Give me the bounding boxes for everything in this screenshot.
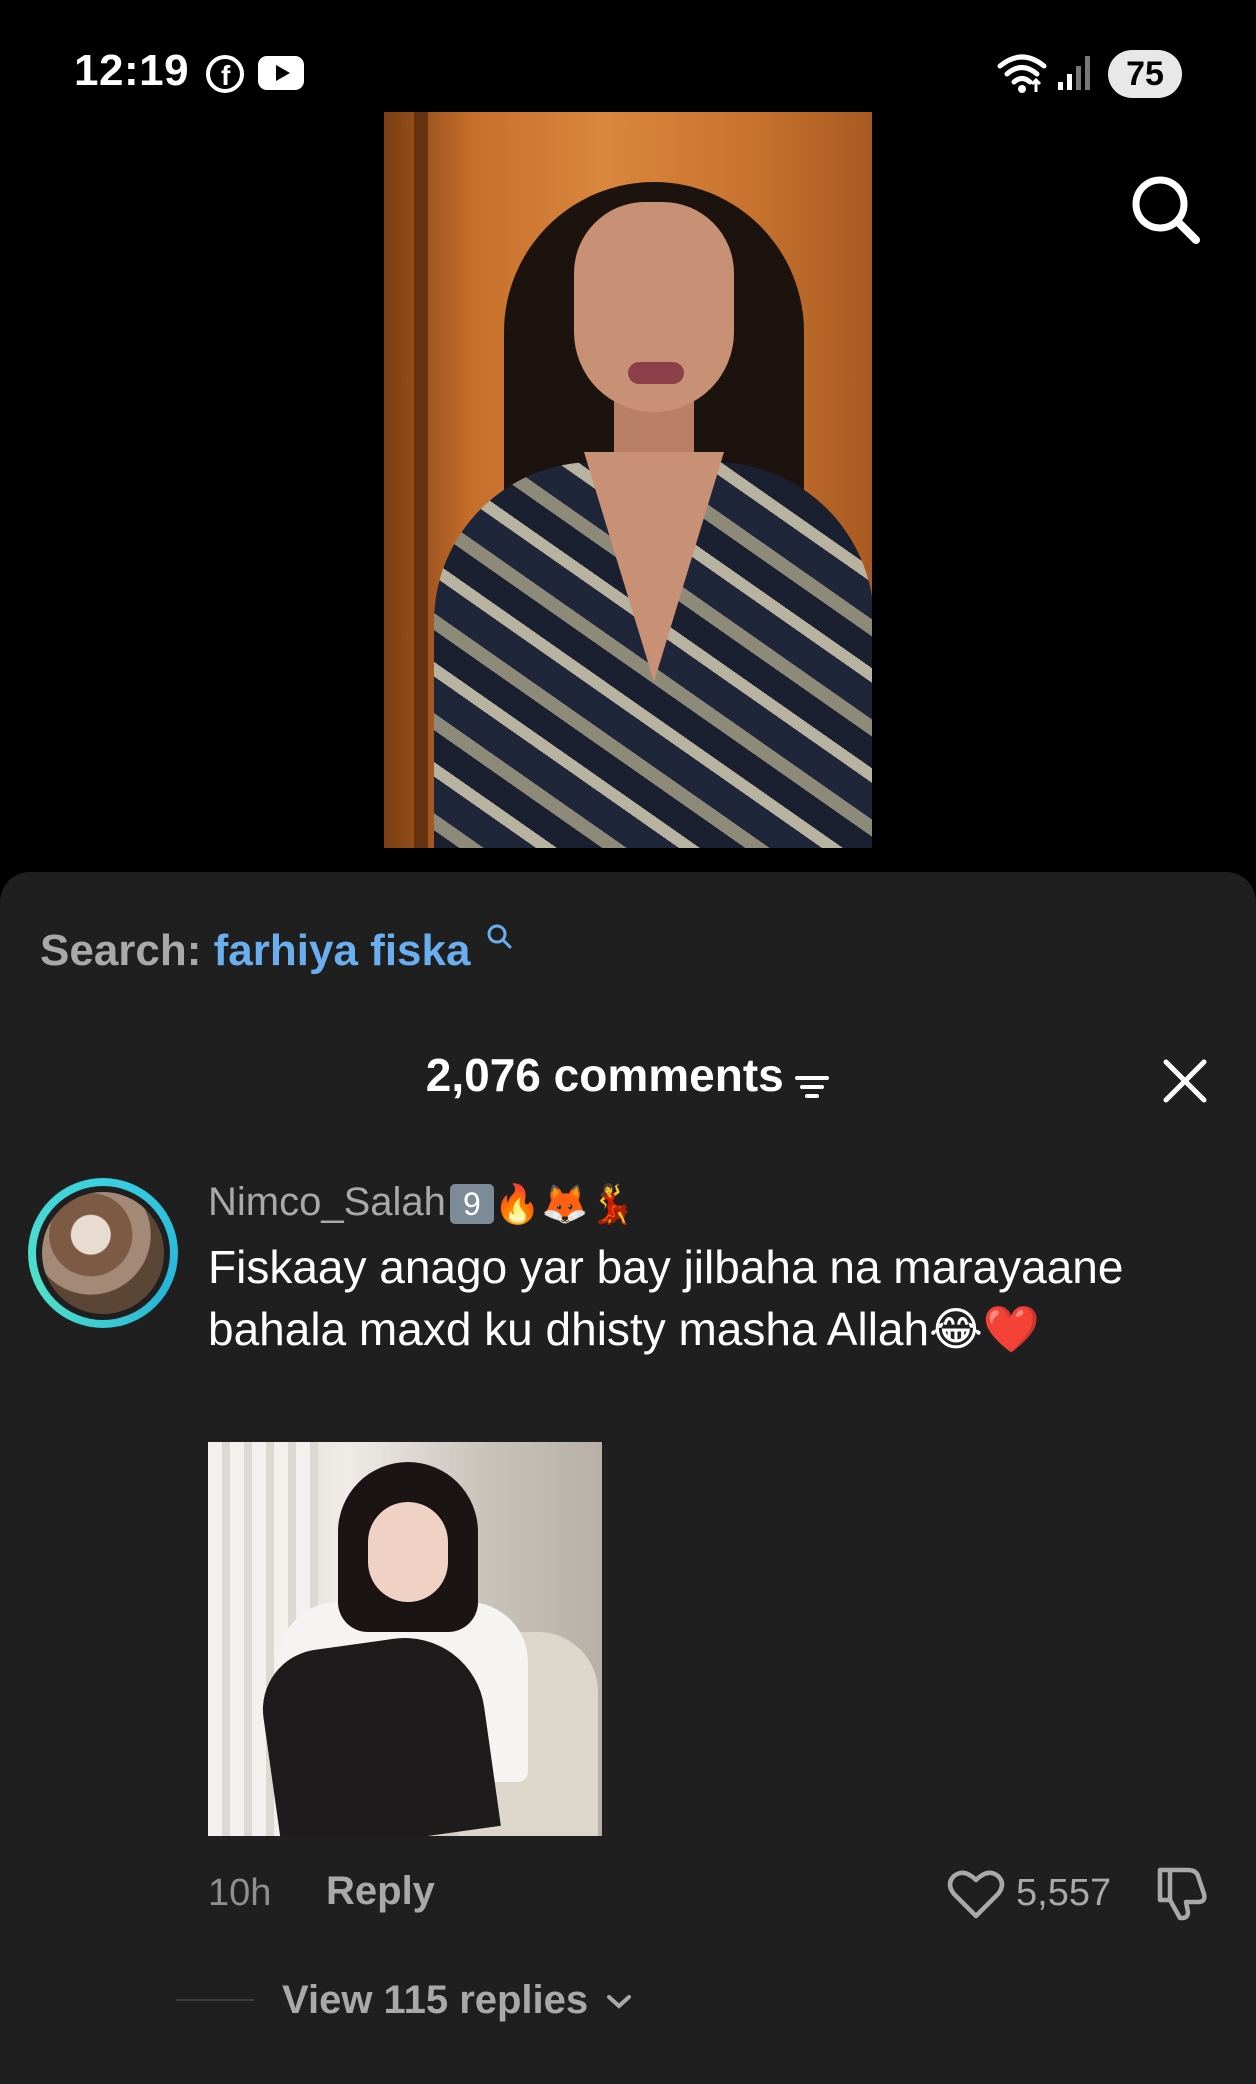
- comments-header: 2,076 comments: [0, 1048, 1256, 1102]
- status-bar: 12:19 f 75: [0, 0, 1256, 110]
- chevron-down-icon: [607, 1995, 632, 2010]
- status-time: 12:19: [74, 46, 190, 95]
- replies-divider: [176, 1999, 254, 2001]
- comment-attached-image[interactable]: [208, 1442, 602, 1836]
- search-icon[interactable]: [1128, 172, 1204, 248]
- battery-indicator: 75: [1108, 50, 1182, 98]
- comments-count: 2,076 comments: [425, 1049, 784, 1101]
- close-icon[interactable]: [1160, 1056, 1210, 1106]
- wifi-icon: [997, 54, 1047, 93]
- reply-button[interactable]: Reply: [326, 1869, 435, 1914]
- view-replies-button[interactable]: View 115 replies: [282, 1978, 633, 2023]
- heart-icon[interactable]: [946, 1866, 1006, 1922]
- dislike-icon[interactable]: [1152, 1862, 1212, 1922]
- filter-icon[interactable]: [794, 1072, 830, 1102]
- search-small-icon: [487, 924, 512, 949]
- facebook-icon: f: [206, 55, 244, 93]
- comments-sheet: Search: farhiya fiska 2,076 comments Nim…: [0, 872, 1256, 2084]
- signal-icon: [1058, 56, 1090, 90]
- search-prefix: Search:: [40, 926, 202, 975]
- search-suggestion[interactable]: Search: farhiya fiska: [40, 924, 513, 976]
- youtube-icon: [258, 56, 304, 90]
- video-player[interactable]: [384, 112, 872, 848]
- avatar[interactable]: [28, 1178, 178, 1328]
- view-replies-label: View 115 replies: [282, 1978, 589, 2022]
- comment-username[interactable]: Nimco_Salah 9 🔥🦊💃: [208, 1180, 636, 1227]
- username-text: Nimco_Salah: [208, 1180, 446, 1224]
- username-emojis: 🔥🦊💃: [493, 1181, 636, 1226]
- comment-body: Fiskaay anago yar bay jilbaha na marayaa…: [208, 1241, 1124, 1355]
- like-count: 5,557: [1016, 1872, 1112, 1914]
- search-term-link[interactable]: farhiya fiska: [214, 926, 471, 975]
- comment-time: 10h: [208, 1872, 272, 1914]
- keycap-nine-emoji: 9: [449, 1184, 494, 1225]
